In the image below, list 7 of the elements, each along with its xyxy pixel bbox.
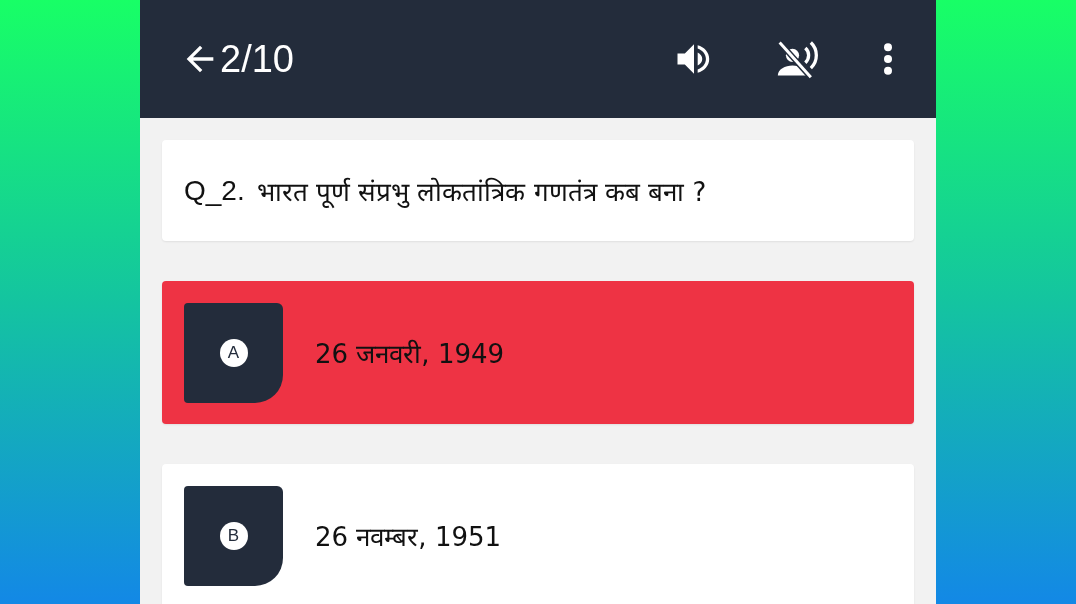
option-letter: B xyxy=(219,521,248,550)
question-number: Q_2. xyxy=(184,174,245,207)
option-letter: A xyxy=(219,338,248,367)
answer-option[interactable]: B 26 नवम्बर, 1951 xyxy=(162,464,914,604)
answer-option[interactable]: A 26 जनवरी, 1949 xyxy=(162,281,914,424)
question-counter: 2/10 xyxy=(220,37,294,81)
question-text: भारत पूर्ण संप्रभु लोकतांत्रिक गणतंत्र कब बना ? xyxy=(256,175,707,209)
